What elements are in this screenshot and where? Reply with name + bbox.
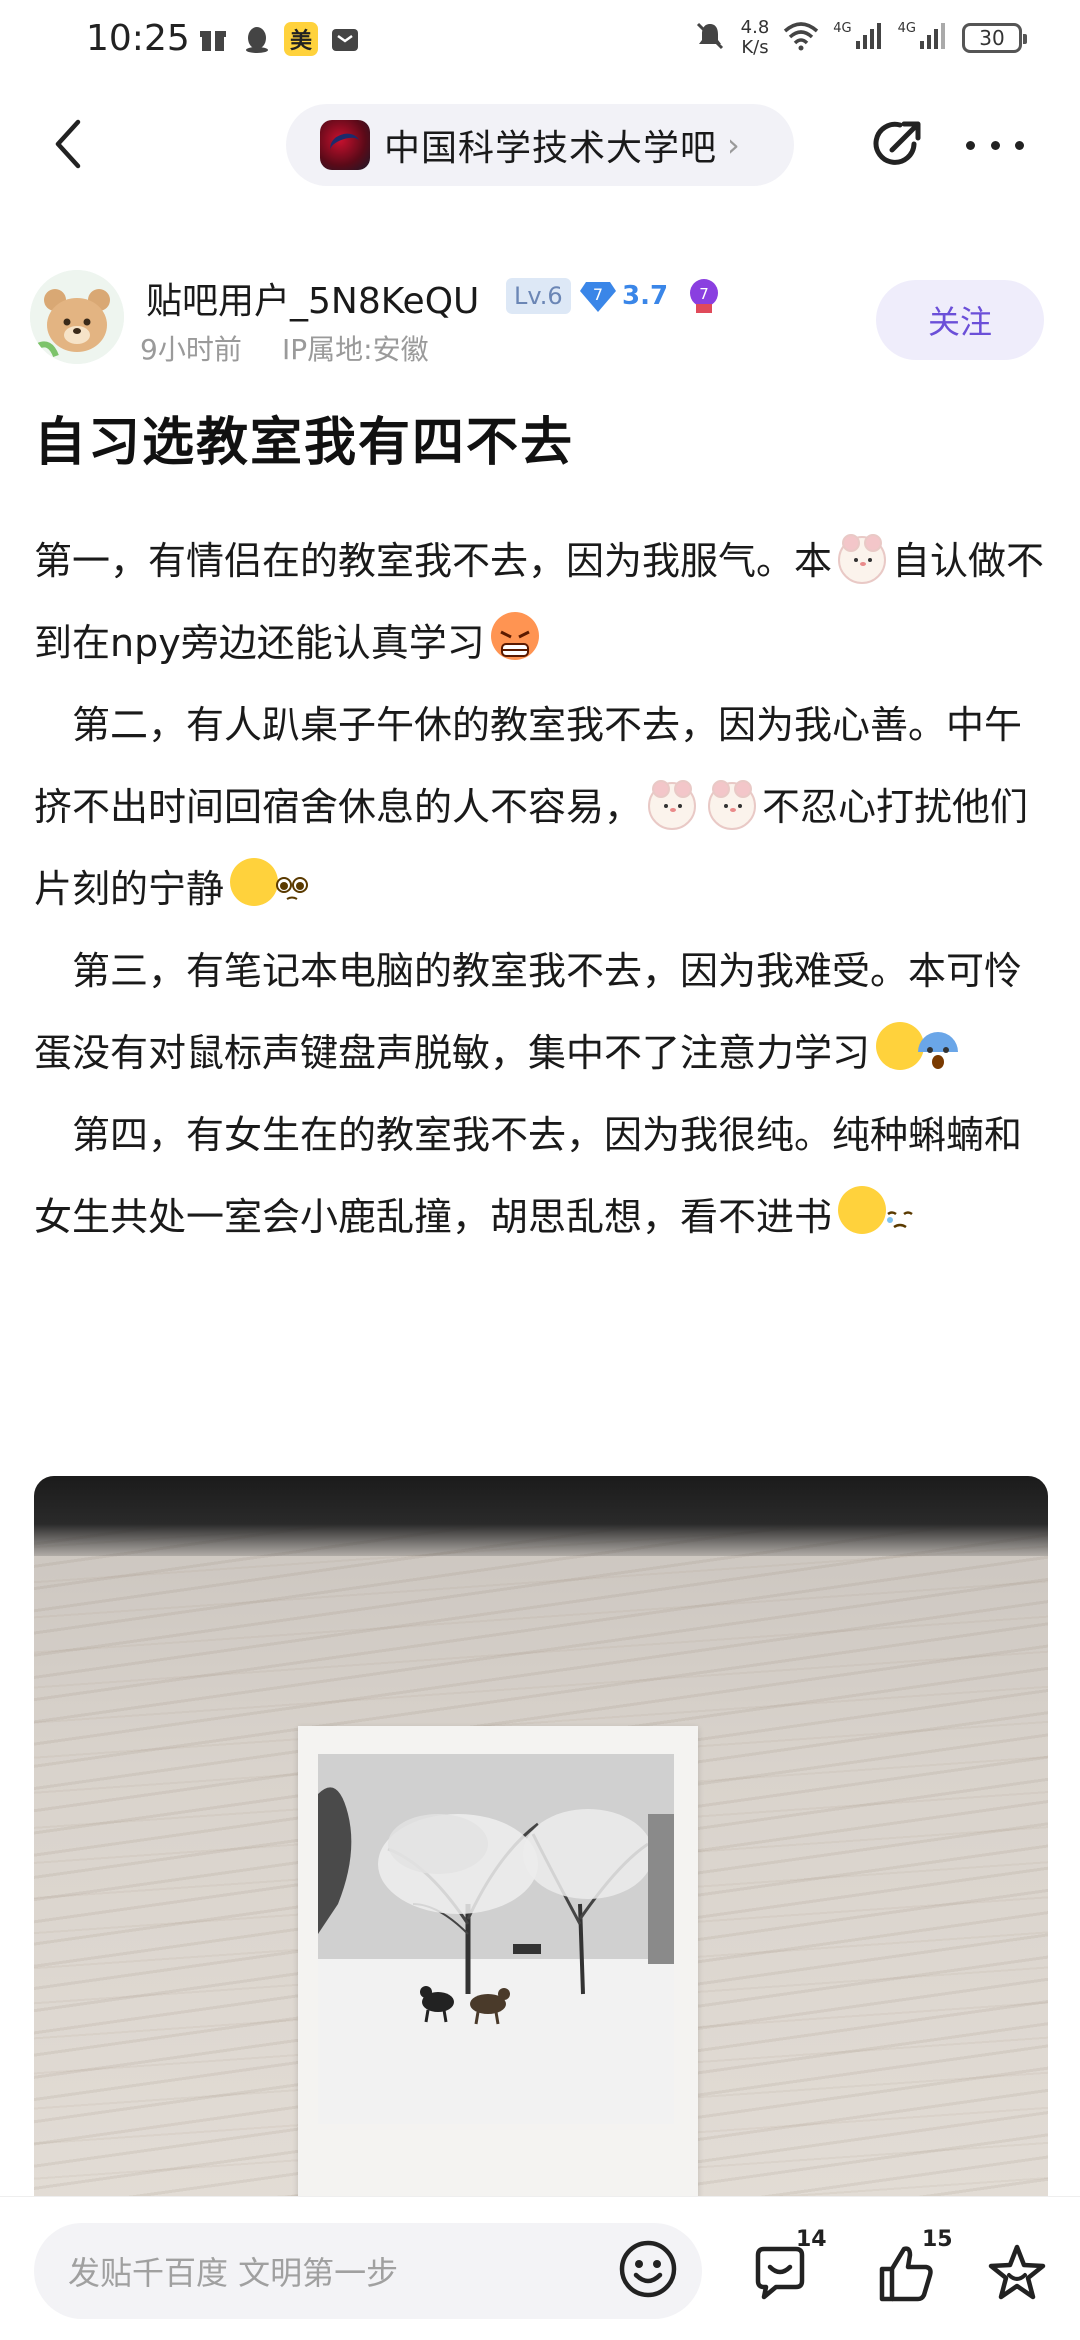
paragraph-3: 第三，有笔记本电脑的教室我不去，因为我难受。本可怜蛋没有对鼠标声键盘声脱敏，集中…: [34, 949, 1023, 1075]
system-icons: 4.8 K/s 4G 4G 30: [693, 17, 1027, 58]
post-body: 第一，有情侣在的教室我不去，因为我服气。本 自认做不到在npy旁边还能认真学习 第…: [34, 520, 1046, 1258]
gem-badge: 7 3.7: [578, 276, 668, 316]
medal-icon: 7: [686, 276, 722, 316]
screaming-emoji-icon: [876, 1022, 959, 1070]
bear-emoji-icon: [648, 780, 697, 830]
favorite-button[interactable]: [984, 2241, 1050, 2307]
comment-count: 14: [796, 2227, 827, 2252]
bottom-bar: 发贴千百度 文明第一步 14 15: [0, 2196, 1080, 2340]
ip-location: IP属地:安徽: [282, 333, 429, 366]
meituan-icon: 美: [284, 22, 318, 56]
post-image[interactable]: [34, 1476, 1048, 2206]
post-title: 自习选教室我有四不去: [34, 413, 575, 473]
share-button[interactable]: [866, 114, 928, 176]
angry-emoji-icon: [490, 612, 539, 660]
level-badge: Lv.6: [506, 278, 571, 314]
net-speed: 4.8 K/s: [740, 17, 770, 58]
mute-icon: [693, 19, 727, 57]
signal-icon: [854, 21, 884, 55]
forum-avatar: [320, 120, 370, 170]
signal-icon-2: [918, 21, 948, 55]
pleading-emoji-icon: [230, 858, 309, 906]
holding-back-tears-emoji-icon: [838, 1186, 913, 1234]
diamond-icon: 7: [580, 282, 616, 312]
comment-button[interactable]: 14: [748, 2227, 827, 2307]
back-icon: [55, 119, 81, 169]
gift-icon: [196, 22, 230, 56]
follow-button[interactable]: 关注: [876, 280, 1044, 360]
bear-emoji-icon: [708, 780, 757, 830]
chevron-right-icon: ›: [727, 126, 740, 164]
status-time: 10:25: [86, 18, 190, 59]
author-name[interactable]: 贴吧用户_5N8KeQU: [146, 272, 479, 324]
svg-text:7: 7: [593, 285, 603, 304]
battery-indicator: 30: [962, 23, 1027, 53]
emoji-button[interactable]: [616, 2237, 680, 2301]
post-time: 9小时前: [140, 333, 242, 366]
like-button[interactable]: 15: [874, 2227, 953, 2307]
share-icon: [873, 121, 921, 165]
post-page: 10:25 美 4.8 K/s 4G 4G 30 中国科学技术大学吧 › 贴吧用…: [0, 0, 1080, 2340]
notification-icons: 美: [196, 22, 362, 56]
wifi-icon: [783, 21, 819, 55]
more-icon: [966, 140, 975, 150]
svg-text:7: 7: [699, 285, 709, 303]
reply-input[interactable]: 发贴千百度 文明第一步: [34, 2223, 702, 2319]
bear-emoji-icon: [838, 534, 887, 584]
paragraph-4: 第四，有女生在的教室我不去，因为我很纯。纯种蝌蝻和女生共处一室会小鹿乱撞，胡思乱…: [34, 1113, 1023, 1239]
emoji-icon: [619, 2240, 677, 2298]
status-bar: 10:25 美 4.8 K/s 4G 4G 30: [0, 0, 1080, 84]
paragraph-1: 第一，有情侣在的教室我不去，因为我服气。本 自认做不到在npy旁边还能认真学习: [34, 520, 1046, 684]
forum-link[interactable]: 中国科学技术大学吧 ›: [286, 104, 794, 186]
paragraph-2: 第二，有人趴桌子午休的教室我不去，因为我心善。中午挤不出时间回宿舍休息的人不容易…: [34, 703, 1029, 911]
polaroid-photo: [298, 1726, 698, 2206]
nav-bar: 中国科学技术大学吧 ›: [0, 96, 1080, 192]
avatar[interactable]: [30, 270, 124, 364]
qq-icon: [240, 22, 274, 56]
reply-placeholder: 发贴千百度 文明第一步: [68, 2254, 399, 2292]
more-button[interactable]: [960, 114, 1030, 176]
author-row: 贴吧用户_5N8KeQU Lv.6 7 3.7 7 9小时前 IP属地:安徽 关…: [0, 268, 1080, 378]
back-button[interactable]: [40, 110, 96, 178]
like-count: 15: [922, 2227, 953, 2252]
message-icon: [328, 22, 362, 56]
forum-name: 中国科学技术大学吧: [384, 128, 718, 169]
star-icon: [988, 2244, 1046, 2300]
